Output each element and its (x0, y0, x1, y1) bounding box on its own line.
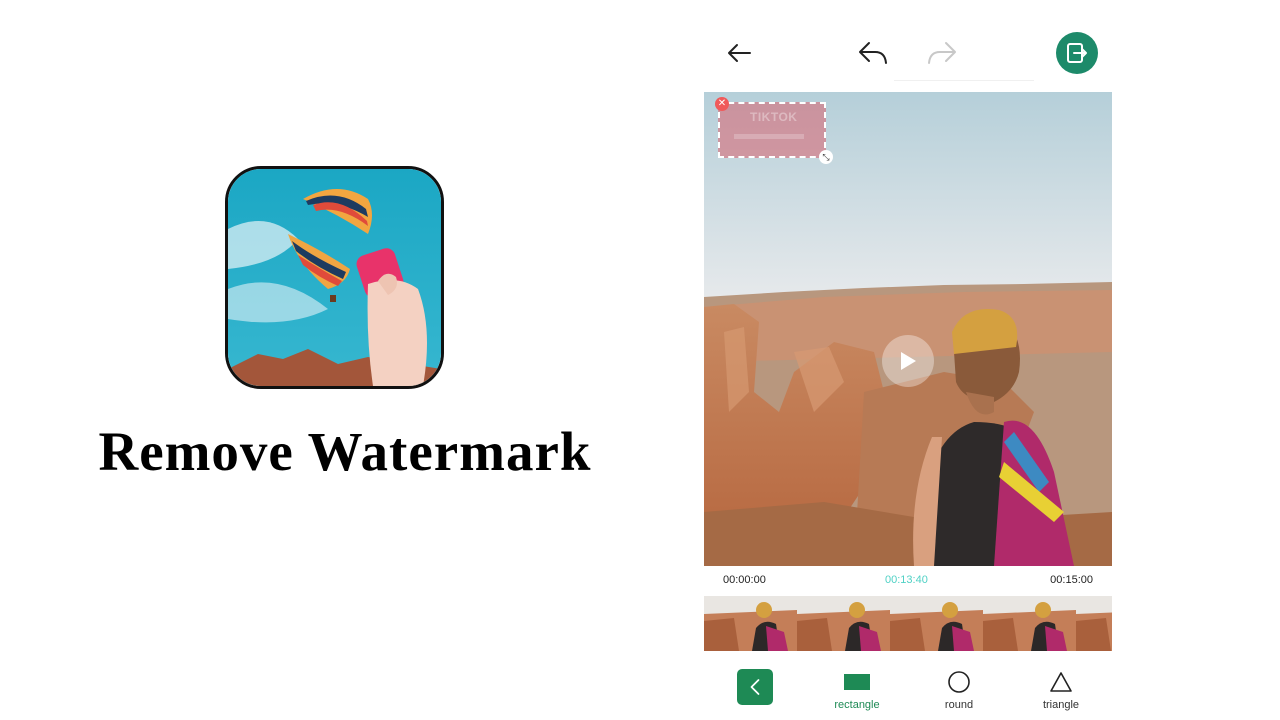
filmstrip-frame (704, 596, 797, 651)
watermark-resize-icon[interactable]: ⤡ (819, 150, 833, 164)
filmstrip-frame (890, 596, 983, 651)
time-end: 00:15:00 (1050, 574, 1093, 586)
promo-title: Remove Watermark (98, 421, 592, 482)
watermark-subtext-bar (734, 134, 804, 139)
export-button[interactable] (1056, 32, 1098, 74)
toolbar-divider (894, 80, 1034, 81)
undo-icon (859, 42, 887, 64)
video-preview[interactable]: TIKTOK ✕ ⤡ (704, 92, 1112, 566)
shape-round-label: round (944, 699, 974, 711)
redo-icon (928, 42, 956, 64)
time-start: 00:00:00 (723, 574, 766, 586)
time-current: 00:13:40 (885, 574, 928, 586)
shape-back-button[interactable] (737, 669, 773, 705)
shape-toolbar: rectangle round triangle (704, 660, 1112, 720)
rectangle-icon (844, 674, 870, 690)
circle-icon (948, 671, 970, 693)
triangle-icon (1050, 672, 1072, 692)
play-icon (901, 352, 916, 370)
shape-rectangle-label: rectangle (834, 699, 880, 711)
back-button[interactable] (724, 38, 754, 68)
timeline-times: 00:00:00 00:13:40 00:15:00 (704, 574, 1112, 590)
chevron-left-icon (750, 679, 760, 695)
filmstrip-frame (983, 596, 1076, 651)
balloon-eraser-icon (228, 169, 441, 386)
play-button[interactable] (882, 335, 934, 387)
shape-triangle-label: triangle (1042, 699, 1080, 711)
filmstrip-frame (797, 596, 890, 651)
video-filmstrip[interactable] (704, 596, 1112, 651)
video-frame-image (704, 92, 1112, 566)
filmstrip-frame (1076, 596, 1112, 651)
arrow-left-icon (728, 44, 751, 62)
watermark-selection-box[interactable]: TIKTOK (718, 102, 826, 158)
phone-screen: TIKTOK ✕ ⤡ 00:00:00 00:13:40 00:15:00 re… (704, 0, 1112, 720)
redo-button[interactable] (926, 38, 958, 68)
shape-rectangle-button[interactable]: rectangle (822, 668, 892, 711)
shape-round-button[interactable]: round (924, 668, 994, 711)
shape-triangle-button[interactable]: triangle (1026, 668, 1096, 711)
app-icon (225, 166, 444, 389)
undo-button[interactable] (857, 38, 889, 68)
top-toolbar (704, 0, 1112, 92)
watermark-close-icon[interactable]: ✕ (715, 97, 729, 111)
watermark-label: TIKTOK (750, 110, 798, 124)
export-icon (1067, 43, 1087, 63)
